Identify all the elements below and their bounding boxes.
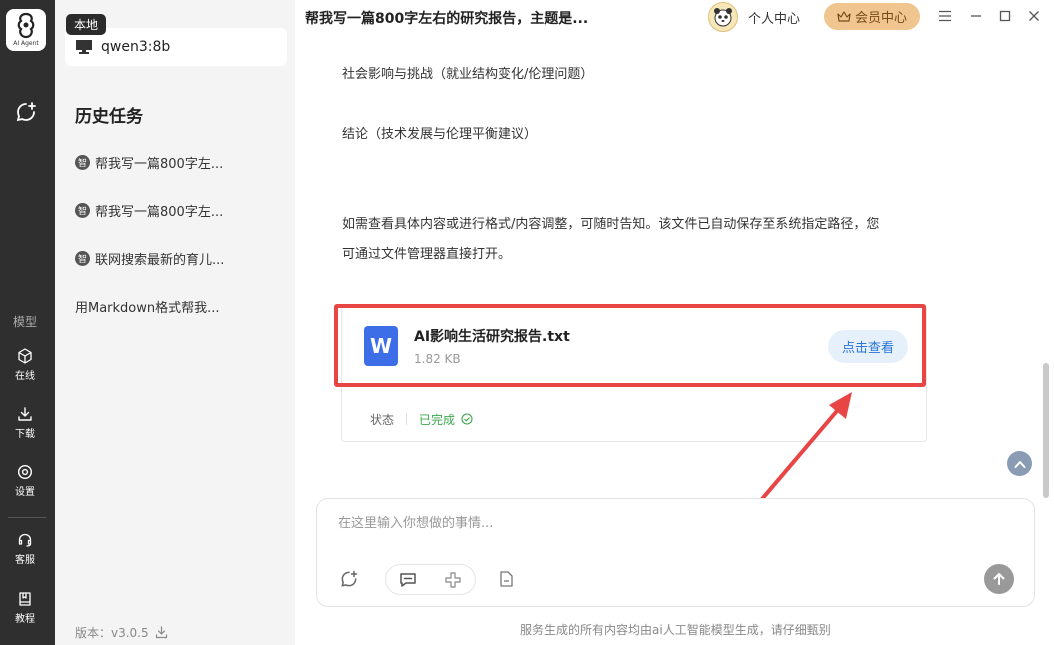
chat-input-box: 在这里输入你想做的事情... xyxy=(316,498,1035,607)
message-text: 可通过文件管理器直接打开。 xyxy=(342,247,512,262)
new-chat-button[interactable] xyxy=(14,100,38,124)
chevron-up-icon xyxy=(1014,460,1025,468)
version-info: 版本：v3.0.5 xyxy=(75,624,168,641)
history-item-label: 帮我写一篇800字左... xyxy=(95,205,224,220)
logo-text: AI Agent xyxy=(13,40,39,47)
status-value: 已完成 xyxy=(419,411,473,428)
folder-icon xyxy=(500,571,513,587)
maximize-icon xyxy=(999,10,1011,22)
new-chat-icon xyxy=(341,570,358,587)
history-item-label: 帮我写一篇800字左... xyxy=(95,157,224,172)
new-chat-icon xyxy=(16,102,36,122)
agent-logo-icon xyxy=(17,12,35,39)
rail-item-support[interactable]: 客服 xyxy=(0,532,50,566)
left-rail: AI Agent 模型 在线 下载 设置 客服 教程 xyxy=(0,0,55,645)
history-item[interactable]: 智 帮我写一篇800字左... xyxy=(75,153,223,172)
rail-item-label: 设置 xyxy=(15,487,35,498)
status-divider xyxy=(406,413,408,425)
send-button[interactable] xyxy=(984,564,1014,594)
rail-item-label: 在线 xyxy=(15,371,35,382)
tool-group xyxy=(385,564,476,595)
rail-item-label: 教程 xyxy=(15,614,35,625)
hamburger-icon xyxy=(939,10,951,22)
minimize-icon xyxy=(971,15,981,17)
rail-item-settings[interactable]: 设置 xyxy=(0,464,50,498)
menu-button[interactable] xyxy=(935,6,955,26)
download-update-icon[interactable] xyxy=(155,626,168,639)
history-title: 历史任务 xyxy=(75,107,143,127)
vip-center-button[interactable]: 会员中心 xyxy=(824,3,920,30)
agent-badge-icon: 智 xyxy=(75,155,90,170)
minimize-button[interactable] xyxy=(966,6,986,26)
history-item-label: 联网搜索最新的育儿... xyxy=(95,253,225,268)
close-button[interactable] xyxy=(1024,6,1044,26)
rail-item-download[interactable]: 下载 xyxy=(0,406,50,440)
chat-input[interactable]: 在这里输入你想做的事情... xyxy=(338,512,493,531)
agent-badge-icon: 智 xyxy=(75,203,90,218)
book-icon xyxy=(19,592,31,606)
local-badge: 本地 xyxy=(66,14,107,35)
models-section-label: 模型 xyxy=(12,315,37,329)
message-text: 如需查看具体内容或进行格式/内容调整，可随时告知。该文件已自动保存至系统指定路径… xyxy=(342,217,880,232)
history-sidebar: qwen3:8b 本地 历史任务 智 帮我写一篇800字左... 智 帮我写一篇… xyxy=(55,0,295,645)
close-icon xyxy=(1029,11,1039,21)
panda-avatar-icon xyxy=(714,8,732,27)
app-logo[interactable]: AI Agent xyxy=(6,9,46,51)
chat-bubble-icon xyxy=(400,573,416,587)
monitor-icon xyxy=(76,40,92,54)
rail-item-label: 下载 xyxy=(15,429,35,440)
agent-badge-icon: 智 xyxy=(75,251,90,266)
download-icon xyxy=(18,407,32,421)
rail-item-tutorial[interactable]: 教程 xyxy=(0,591,50,625)
maximize-button[interactable] xyxy=(995,6,1015,26)
scrollbar-thumb[interactable] xyxy=(1043,363,1049,498)
title-bar: 帮我写一篇800字左右的研究报告，主题是... 个人中心 会员中心 xyxy=(295,0,1054,34)
status-value-text: 已完成 xyxy=(419,412,456,427)
history-item[interactable]: 智 联网搜索最新的育儿... xyxy=(75,249,224,268)
personal-center-link[interactable]: 个人中心 xyxy=(748,8,800,27)
cube-icon xyxy=(18,348,32,364)
annotation-highlight-box xyxy=(334,304,926,387)
chat-mode-button[interactable] xyxy=(393,565,423,595)
check-circle-icon xyxy=(461,413,473,425)
message-text: 结论（技术发展与伦理平衡建议） xyxy=(342,127,538,142)
user-avatar[interactable] xyxy=(708,2,738,32)
history-item-label: 用Markdown格式帮我... xyxy=(75,301,220,316)
new-chat-tool-button[interactable] xyxy=(334,564,364,594)
crown-icon xyxy=(837,10,851,22)
rail-divider xyxy=(8,517,46,518)
conversation-title: 帮我写一篇800字左右的研究报告，主题是... xyxy=(305,11,589,27)
headset-icon xyxy=(18,533,32,547)
model-name: qwen3:8b xyxy=(101,39,171,55)
status-label: 状态 xyxy=(370,412,395,427)
history-item[interactable]: 智 帮我写一篇800字左... xyxy=(75,201,223,220)
arrow-up-icon xyxy=(993,573,1005,585)
vip-center-label: 会员中心 xyxy=(854,11,907,26)
plugin-icon xyxy=(445,572,461,588)
scroll-to-top-button[interactable] xyxy=(1007,451,1032,476)
rail-item-online[interactable]: 在线 xyxy=(0,348,50,382)
ai-disclaimer: 服务生成的所有内容均由ai人工智能模型生成，请仔细甄别 xyxy=(520,623,831,637)
version-label: 版本：v3.0.5 xyxy=(75,626,149,640)
rail-item-label: 客服 xyxy=(15,555,35,566)
attach-file-button[interactable] xyxy=(492,564,522,594)
history-item[interactable]: 用Markdown格式帮我... xyxy=(75,297,220,316)
plugin-button[interactable] xyxy=(438,565,468,595)
message-text: 社会影响与挑战（就业结构变化/伦理问题） xyxy=(342,67,594,82)
settings-icon xyxy=(17,464,33,480)
